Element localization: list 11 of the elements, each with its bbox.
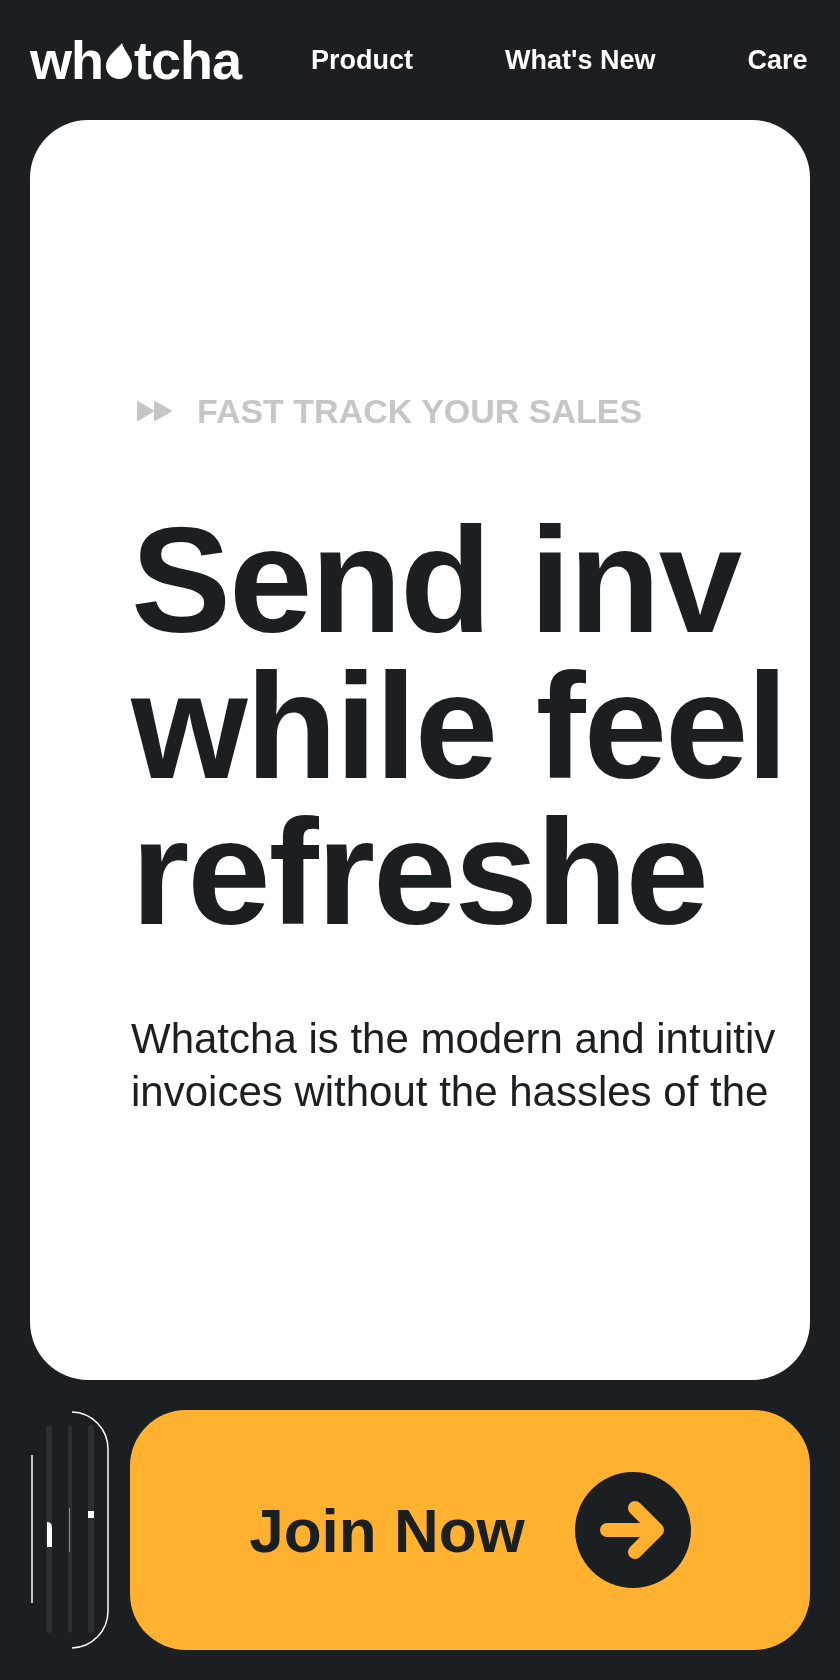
nav-link[interactable]: Product [311, 44, 414, 76]
arrow-right-icon [574, 1472, 691, 1588]
nav-link[interactable]: Care [747, 44, 808, 76]
intro-paragraph: Whatcha is the modern and intuitiv invoices without the hassles of the [131, 1014, 776, 1117]
nav-link[interactable]: What's New [505, 44, 656, 76]
join-now-button[interactable]: Join Now [130, 1410, 810, 1650]
fast-forward-icon [137, 400, 173, 422]
logo-link[interactable]: wh tcha [30, 33, 242, 87]
drop-icon [106, 43, 132, 79]
eyebrow-text: FAST TRACK YOUR SALES [197, 391, 643, 431]
headline: Send inv while feel refreshe [131, 507, 787, 945]
